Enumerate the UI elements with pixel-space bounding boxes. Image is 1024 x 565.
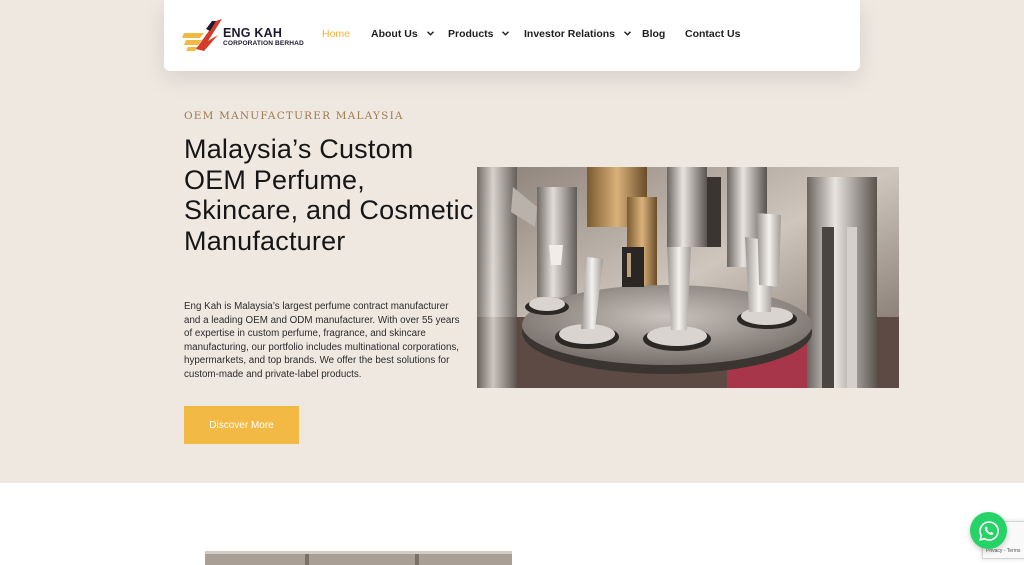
nav-about-us[interactable]: About Us <box>371 28 434 40</box>
whatsapp-button[interactable] <box>970 512 1007 549</box>
nav-home[interactable]: Home <box>322 28 350 40</box>
hero-eyebrow: OEM MANUFACTURER MALAYSIA <box>184 110 404 122</box>
brand-name: ENG KAH <box>223 26 283 40</box>
nav-blog-label: Blog <box>642 28 666 40</box>
chevron-down-icon <box>426 31 434 36</box>
hero-headline: Malaysia’s Custom OEM Perfume, Skincare,… <box>184 134 474 256</box>
brand-logo[interactable]: ENG KAH CORPORATION BERHAD <box>182 19 312 53</box>
nav-about-us-label: About Us <box>371 28 418 40</box>
hero-image <box>477 167 899 388</box>
chevron-down-icon <box>502 31 510 36</box>
nav-investor-relations-label: Investor Relations <box>524 28 616 40</box>
nav-contact-us[interactable]: Contact Us <box>685 28 740 40</box>
recaptcha-terms: Privacy - Terms <box>986 548 1021 554</box>
nav-investor-relations[interactable]: Investor Relations <box>524 28 631 40</box>
brand-subtitle: CORPORATION BERHAD <box>223 40 304 47</box>
eng-kah-logo-icon <box>182 19 222 51</box>
hero-description: Eng Kah is Malaysia’s largest perfume co… <box>184 301 460 380</box>
chevron-down-icon <box>623 31 631 36</box>
section-image-preview <box>205 551 512 565</box>
site-header: ENG KAH CORPORATION BERHAD Home About Us… <box>164 0 860 71</box>
nav-products[interactable]: Products <box>448 28 510 40</box>
hero-section: OEM MANUFACTURER MALAYSIA Malaysia’s Cus… <box>0 0 1024 483</box>
nav-home-label: Home <box>322 28 351 40</box>
discover-more-button[interactable]: Discover More <box>184 406 299 444</box>
nav-products-label: Products <box>448 28 494 40</box>
whatsapp-icon <box>978 520 999 541</box>
nav-contact-us-label: Contact Us <box>685 28 741 40</box>
nav-blog[interactable]: Blog <box>642 28 665 40</box>
